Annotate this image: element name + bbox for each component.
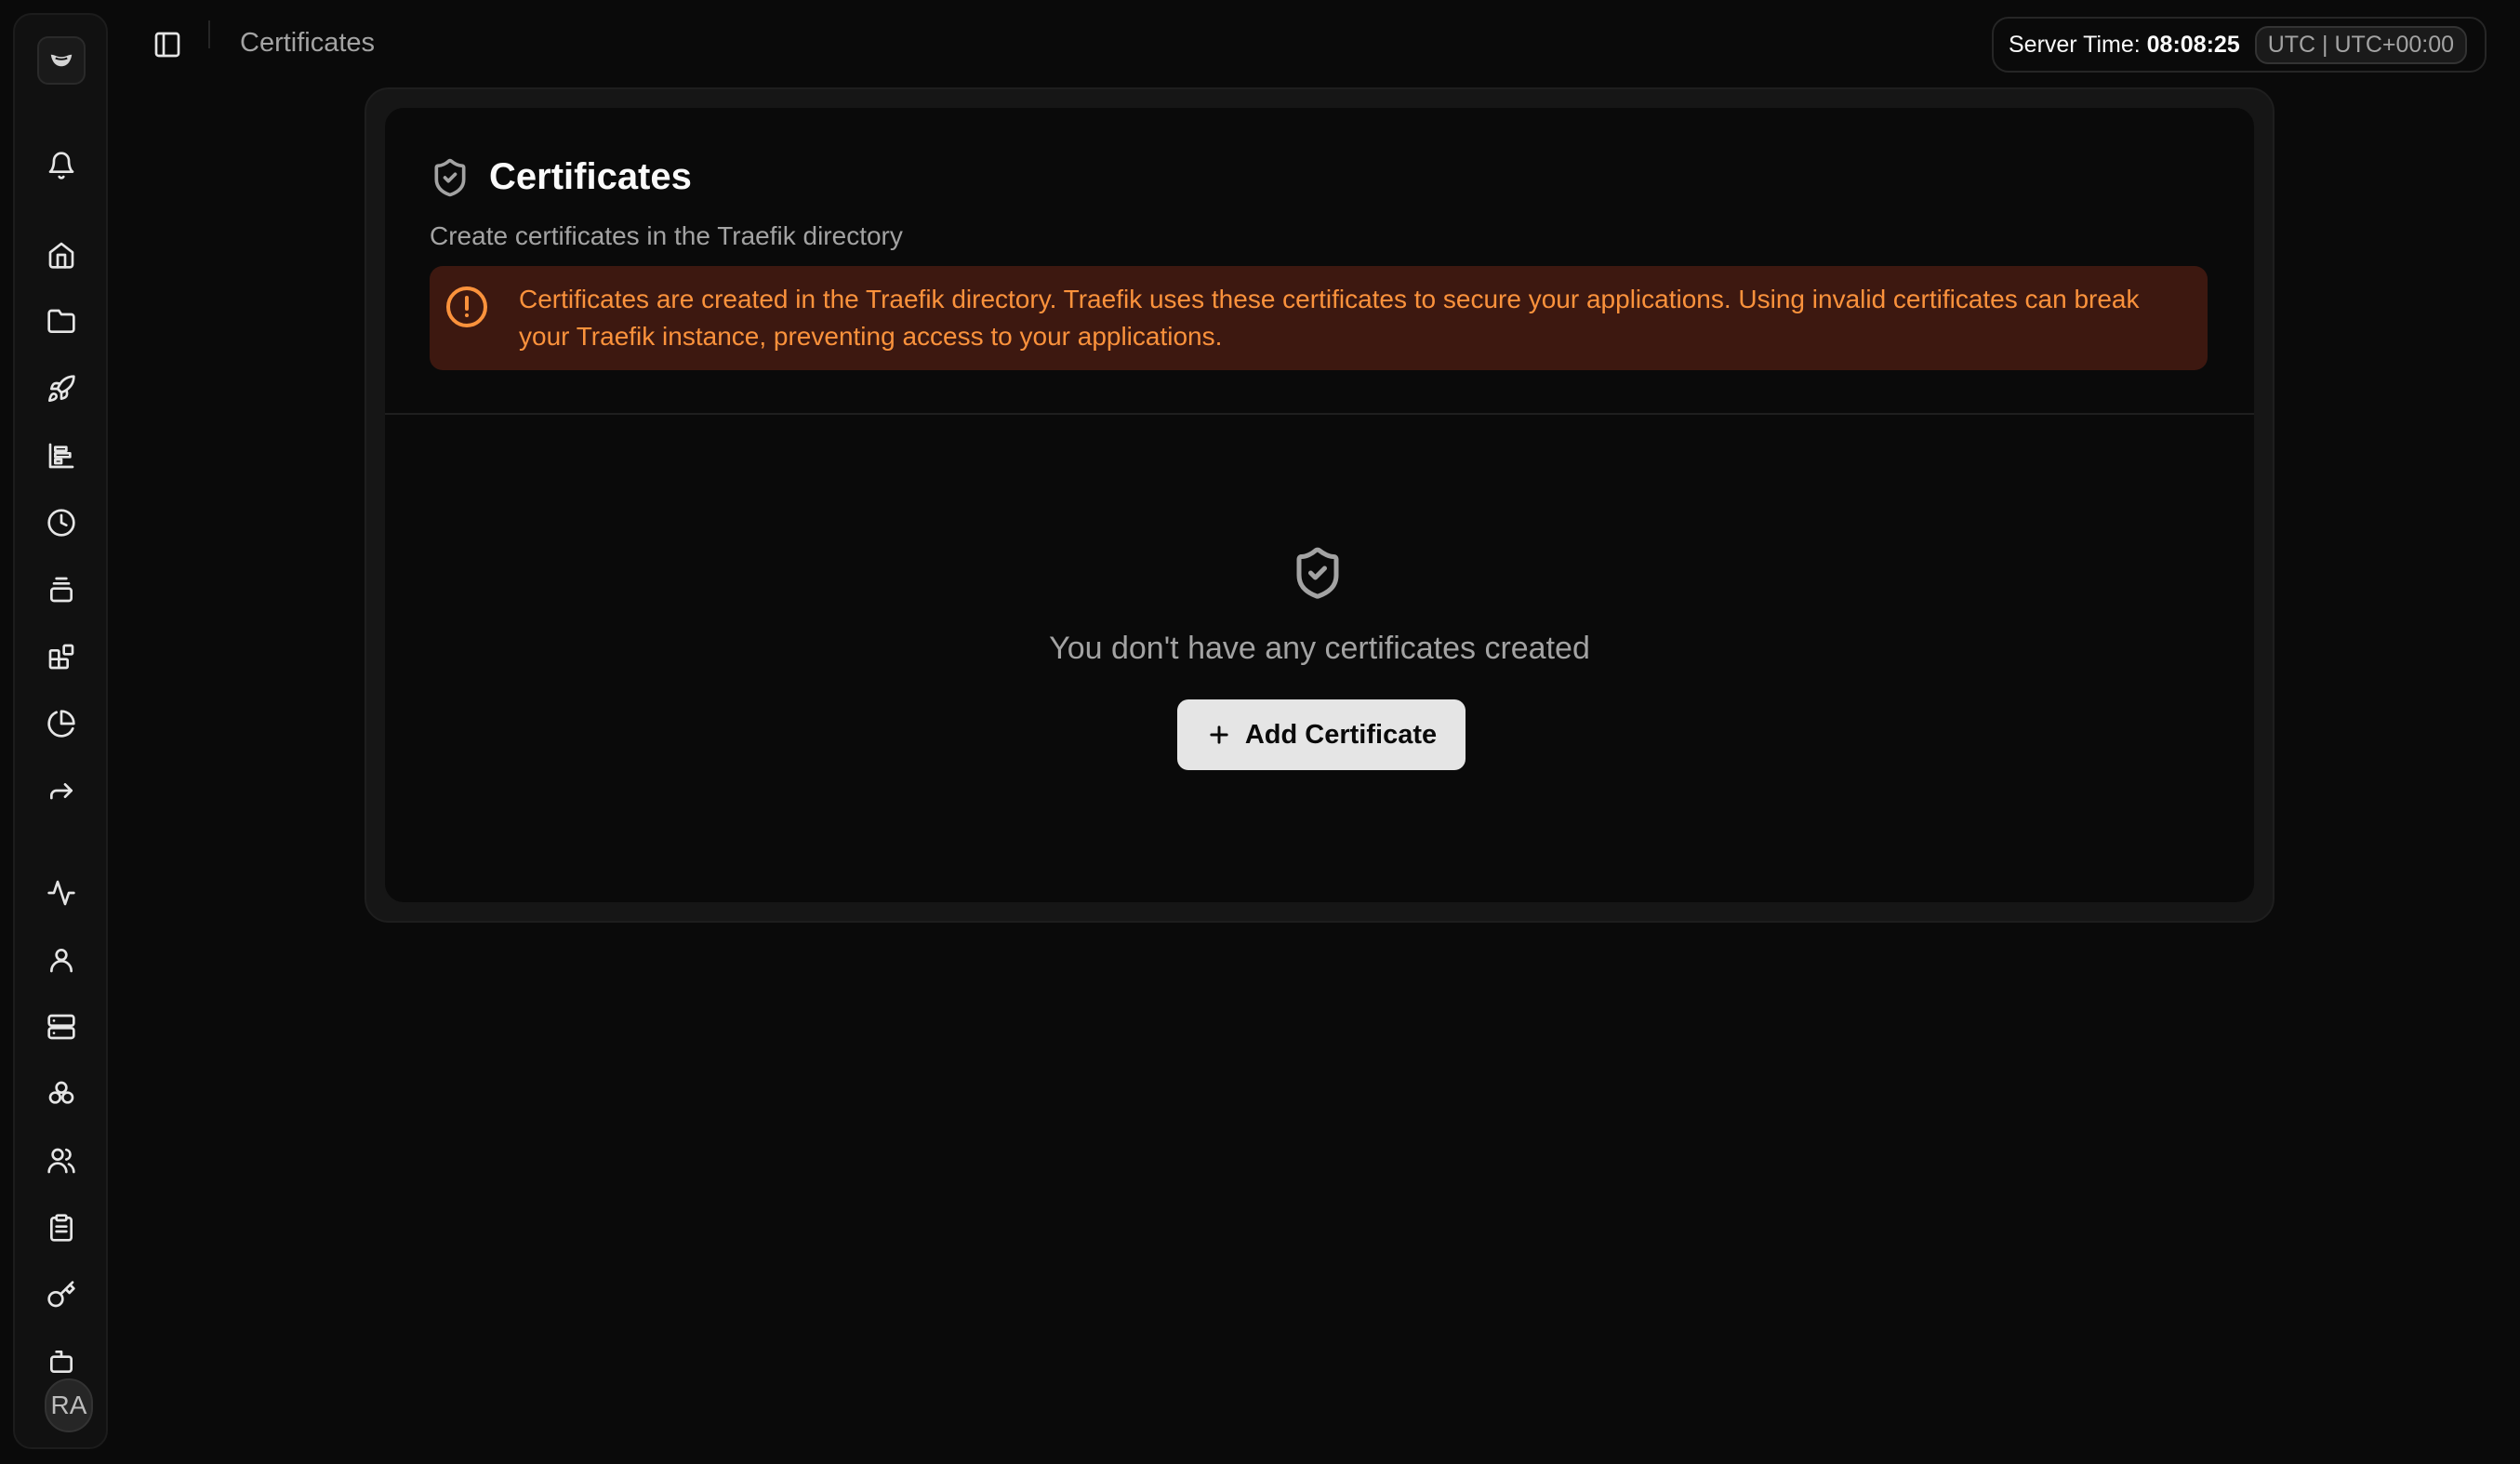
card-title: Certificates <box>430 156 692 198</box>
header-separator <box>208 20 210 48</box>
home-icon[interactable] <box>45 238 78 272</box>
clipboard-icon[interactable] <box>45 1211 78 1244</box>
server-time-label: Server Time: <box>2009 31 2141 58</box>
alert-circle-icon <box>444 285 489 329</box>
certificates-card: Certificates Create certificates in the … <box>365 87 2275 923</box>
folder-icon[interactable] <box>45 305 78 339</box>
add-certificate-label: Add Certificate <box>1244 719 1438 750</box>
chart-icon[interactable] <box>45 439 78 472</box>
app-logo[interactable] <box>37 36 86 85</box>
page-subtitle: Create certificates in the Traefik direc… <box>430 221 903 250</box>
shield-check-icon <box>434 158 466 196</box>
page-title: Certificates <box>489 156 692 197</box>
user-icon[interactable] <box>45 943 78 977</box>
alert-text: Certificates are created in the Traefik … <box>519 285 2140 351</box>
layers-icon[interactable] <box>45 573 78 606</box>
warning-alert: Certificates are created in the Traefik … <box>430 266 2208 370</box>
rocket-icon[interactable] <box>45 372 78 406</box>
pie-chart-icon[interactable] <box>45 707 78 740</box>
empty-state-shield-icon <box>1290 545 1346 601</box>
server-time-widget: Server Time: 08:08:25 UTC | UTC+00:00 <box>1992 17 2487 73</box>
add-certificate-button[interactable]: Add Certificate <box>1177 699 1466 770</box>
avatar[interactable]: RA <box>45 1378 93 1432</box>
timezone-badge: UTC | UTC+00:00 <box>2254 25 2468 64</box>
bell-icon[interactable] <box>45 149 78 182</box>
activity-icon[interactable] <box>45 876 78 910</box>
plus-icon <box>1210 725 1228 744</box>
empty-state-text: You don't have any certificates created <box>1049 631 1590 666</box>
certificates-panel: Certificates Create certificates in the … <box>385 108 2254 902</box>
cluster-icon[interactable] <box>45 1077 78 1111</box>
divider <box>385 413 2254 415</box>
server-time-text: Server Time: 08:08:25 <box>2009 32 2240 59</box>
bot-icon[interactable] <box>45 1345 78 1378</box>
logo-icon <box>50 54 73 67</box>
server-time-value: 08:08:25 <box>2146 31 2240 58</box>
sidebar: RA <box>13 13 108 1449</box>
breadcrumb: Certificates <box>240 28 376 58</box>
sidebar-toggle-button[interactable] <box>149 26 186 63</box>
clock-icon[interactable] <box>45 506 78 539</box>
blocks-icon[interactable] <box>45 640 78 673</box>
server-icon[interactable] <box>45 1010 78 1044</box>
users-icon[interactable] <box>45 1144 78 1178</box>
panel-left-icon <box>154 32 180 58</box>
avatar-initials: RA <box>50 1391 87 1419</box>
key-icon[interactable] <box>45 1278 78 1311</box>
forward-icon[interactable] <box>45 774 78 807</box>
